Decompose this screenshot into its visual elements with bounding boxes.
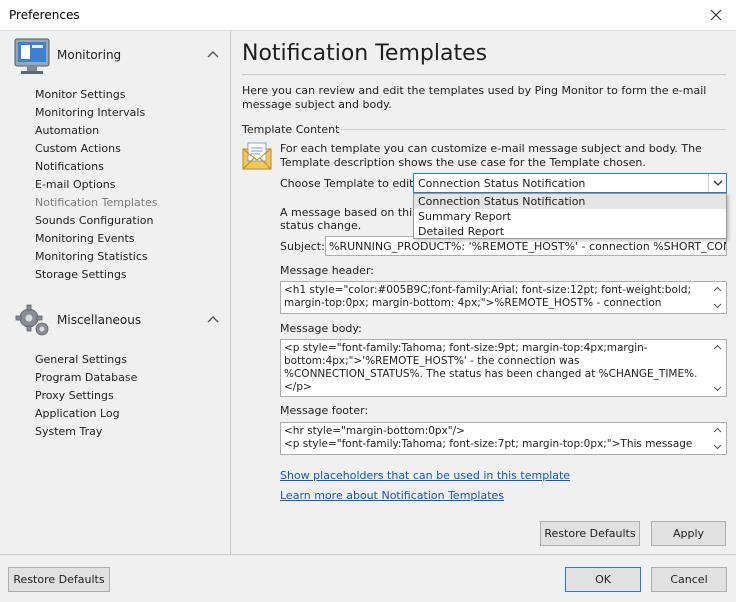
message-header-value: <h1 style="color:#005B9C;font-family:Ari… [284, 284, 695, 309]
sidebar-item-sounds-configuration[interactable]: Sounds Configuration [35, 213, 153, 229]
section-miscellaneous[interactable]: Miscellaneous [13, 302, 221, 342]
monitor-icon [14, 38, 50, 74]
template-select-value: Connection Status Notification [418, 177, 586, 190]
sidebar-item-monitoring-intervals[interactable]: Monitoring Intervals [35, 105, 145, 121]
subject-input[interactable]: %RUNNING_PRODUCT%: '%REMOTE_HOST%' - con… [325, 236, 727, 256]
title-bar: Preferences [0, 0, 736, 31]
close-icon [710, 9, 722, 21]
divider [336, 129, 726, 130]
scroll-down-icon[interactable] [713, 444, 722, 450]
scrollbar[interactable] [709, 340, 726, 396]
envelope-icon [242, 142, 272, 170]
dropdown-toggle[interactable] [708, 174, 726, 192]
sidebar-item-notification-templates[interactable]: Notification Templates [35, 195, 158, 211]
section-monitoring[interactable]: Monitoring [13, 37, 221, 77]
subject-value: %RUNNING_PRODUCT%: '%REMOTE_HOST%' - con… [329, 240, 726, 253]
scroll-up-icon[interactable] [713, 286, 722, 292]
gear-icon [15, 304, 49, 336]
sidebar-item-application-log[interactable]: Application Log [35, 406, 120, 422]
sidebar-item-storage-settings[interactable]: Storage Settings [35, 267, 127, 283]
apply-button[interactable]: Apply [651, 521, 726, 546]
choose-template-label: Choose Template to edit: [280, 177, 418, 190]
message-footer-textarea[interactable]: <hr style="margin-bottom:0px"/> <p style… [280, 422, 727, 455]
scrollbar[interactable] [709, 282, 726, 313]
learn-more-link[interactable]: Learn more about Notification Templates [280, 489, 504, 502]
chevron-up-icon[interactable] [205, 49, 221, 61]
header-label: Message header: [280, 264, 374, 277]
section-label: Monitoring [57, 48, 122, 62]
dropdown-option[interactable]: Detailed Report [414, 224, 726, 239]
sidebar-item-monitor-settings[interactable]: Monitor Settings [35, 87, 125, 103]
body-label: Message body: [280, 322, 362, 335]
sidebar-item-monitoring-statistics[interactable]: Monitoring Statistics [35, 249, 148, 265]
message-body-value: <p style="font-family:Tahoma; font-size:… [284, 342, 698, 393]
dialog-footer: Restore Defaults OK Cancel [0, 554, 736, 602]
sidebar-item-system-tray[interactable]: System Tray [35, 424, 102, 440]
message-footer-value: <hr style="margin-bottom:0px"/> <p style… [284, 425, 693, 454]
dropdown-option[interactable]: Summary Report [414, 209, 726, 224]
sidebar-item-general-settings[interactable]: General Settings [35, 352, 127, 368]
window-title: Preferences [9, 8, 80, 22]
scroll-down-icon[interactable] [713, 386, 722, 392]
sidebar-item-notifications[interactable]: Notifications [35, 159, 104, 175]
sidebar: Monitoring Monitor Settings Monitoring I… [0, 31, 231, 554]
restore-defaults-template-button[interactable]: Restore Defaults [540, 521, 640, 546]
scroll-up-icon[interactable] [713, 427, 722, 433]
section-label: Miscellaneous [57, 313, 142, 327]
group-label: Template Content [242, 123, 340, 136]
template-description: For each template you can customize e-ma… [280, 142, 702, 169]
scrollbar[interactable] [709, 423, 726, 454]
show-placeholders-link[interactable]: Show placeholders that can be used in th… [280, 469, 570, 482]
cancel-button[interactable]: Cancel [651, 567, 727, 592]
chevron-down-icon [713, 180, 722, 186]
sidebar-item-monitoring-events[interactable]: Monitoring Events [35, 231, 135, 247]
template-dropdown-list: Connection Status Notification Summary R… [413, 193, 727, 239]
sidebar-item-proxy-settings[interactable]: Proxy Settings [35, 388, 114, 404]
dropdown-option[interactable]: Connection Status Notification [414, 194, 726, 209]
message-body-textarea[interactable]: <p style="font-family:Tahoma; font-size:… [280, 339, 727, 397]
intro-text: Here you can review and edit the templat… [242, 84, 707, 111]
sidebar-item-email-options[interactable]: E-mail Options [35, 177, 115, 193]
template-select[interactable]: Connection Status Notification [413, 173, 727, 193]
footer-label: Message footer: [280, 404, 369, 417]
close-button[interactable] [696, 0, 736, 30]
sidebar-item-custom-actions[interactable]: Custom Actions [35, 141, 121, 157]
sidebar-item-program-database[interactable]: Program Database [35, 370, 137, 386]
scroll-up-icon[interactable] [713, 344, 722, 350]
ok-button[interactable]: OK [565, 567, 641, 592]
content-panel: Notification Templates Here you can revi… [232, 31, 736, 554]
sidebar-item-automation[interactable]: Automation [35, 123, 99, 139]
message-header-textarea[interactable]: <h1 style="color:#005B9C;font-family:Ari… [280, 281, 727, 314]
chevron-up-icon[interactable] [205, 314, 221, 326]
restore-defaults-button[interactable]: Restore Defaults [8, 567, 110, 592]
divider [242, 74, 726, 75]
subject-label: Subject: [280, 240, 325, 253]
scroll-down-icon[interactable] [713, 303, 722, 309]
page-title: Notification Templates [242, 41, 488, 66]
